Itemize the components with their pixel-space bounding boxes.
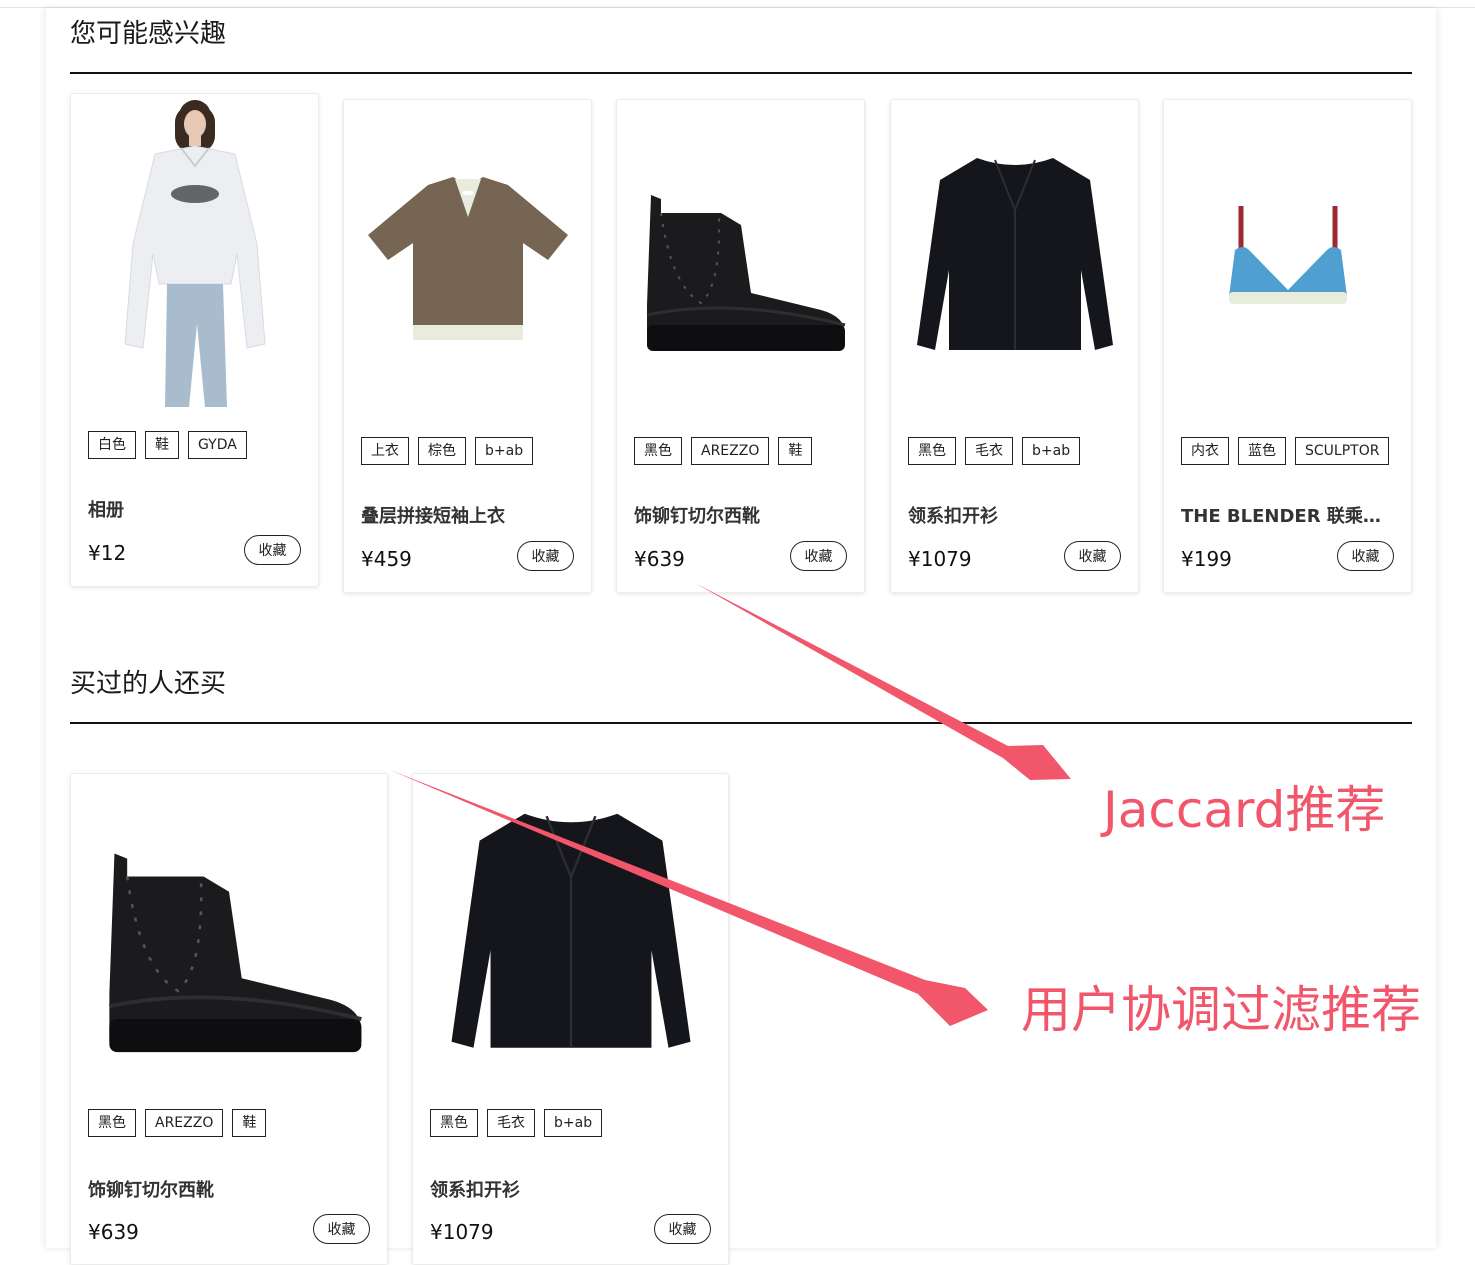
arrow-jaccard [695,583,1071,780]
annotation-user-cf-label: 用户协调过滤推荐 [1021,981,1421,1039]
annotation-jaccard-label: Jaccard推荐 [1103,781,1386,839]
annotation-arrows [390,583,1071,1026]
arrow-user-cf [390,770,988,1026]
